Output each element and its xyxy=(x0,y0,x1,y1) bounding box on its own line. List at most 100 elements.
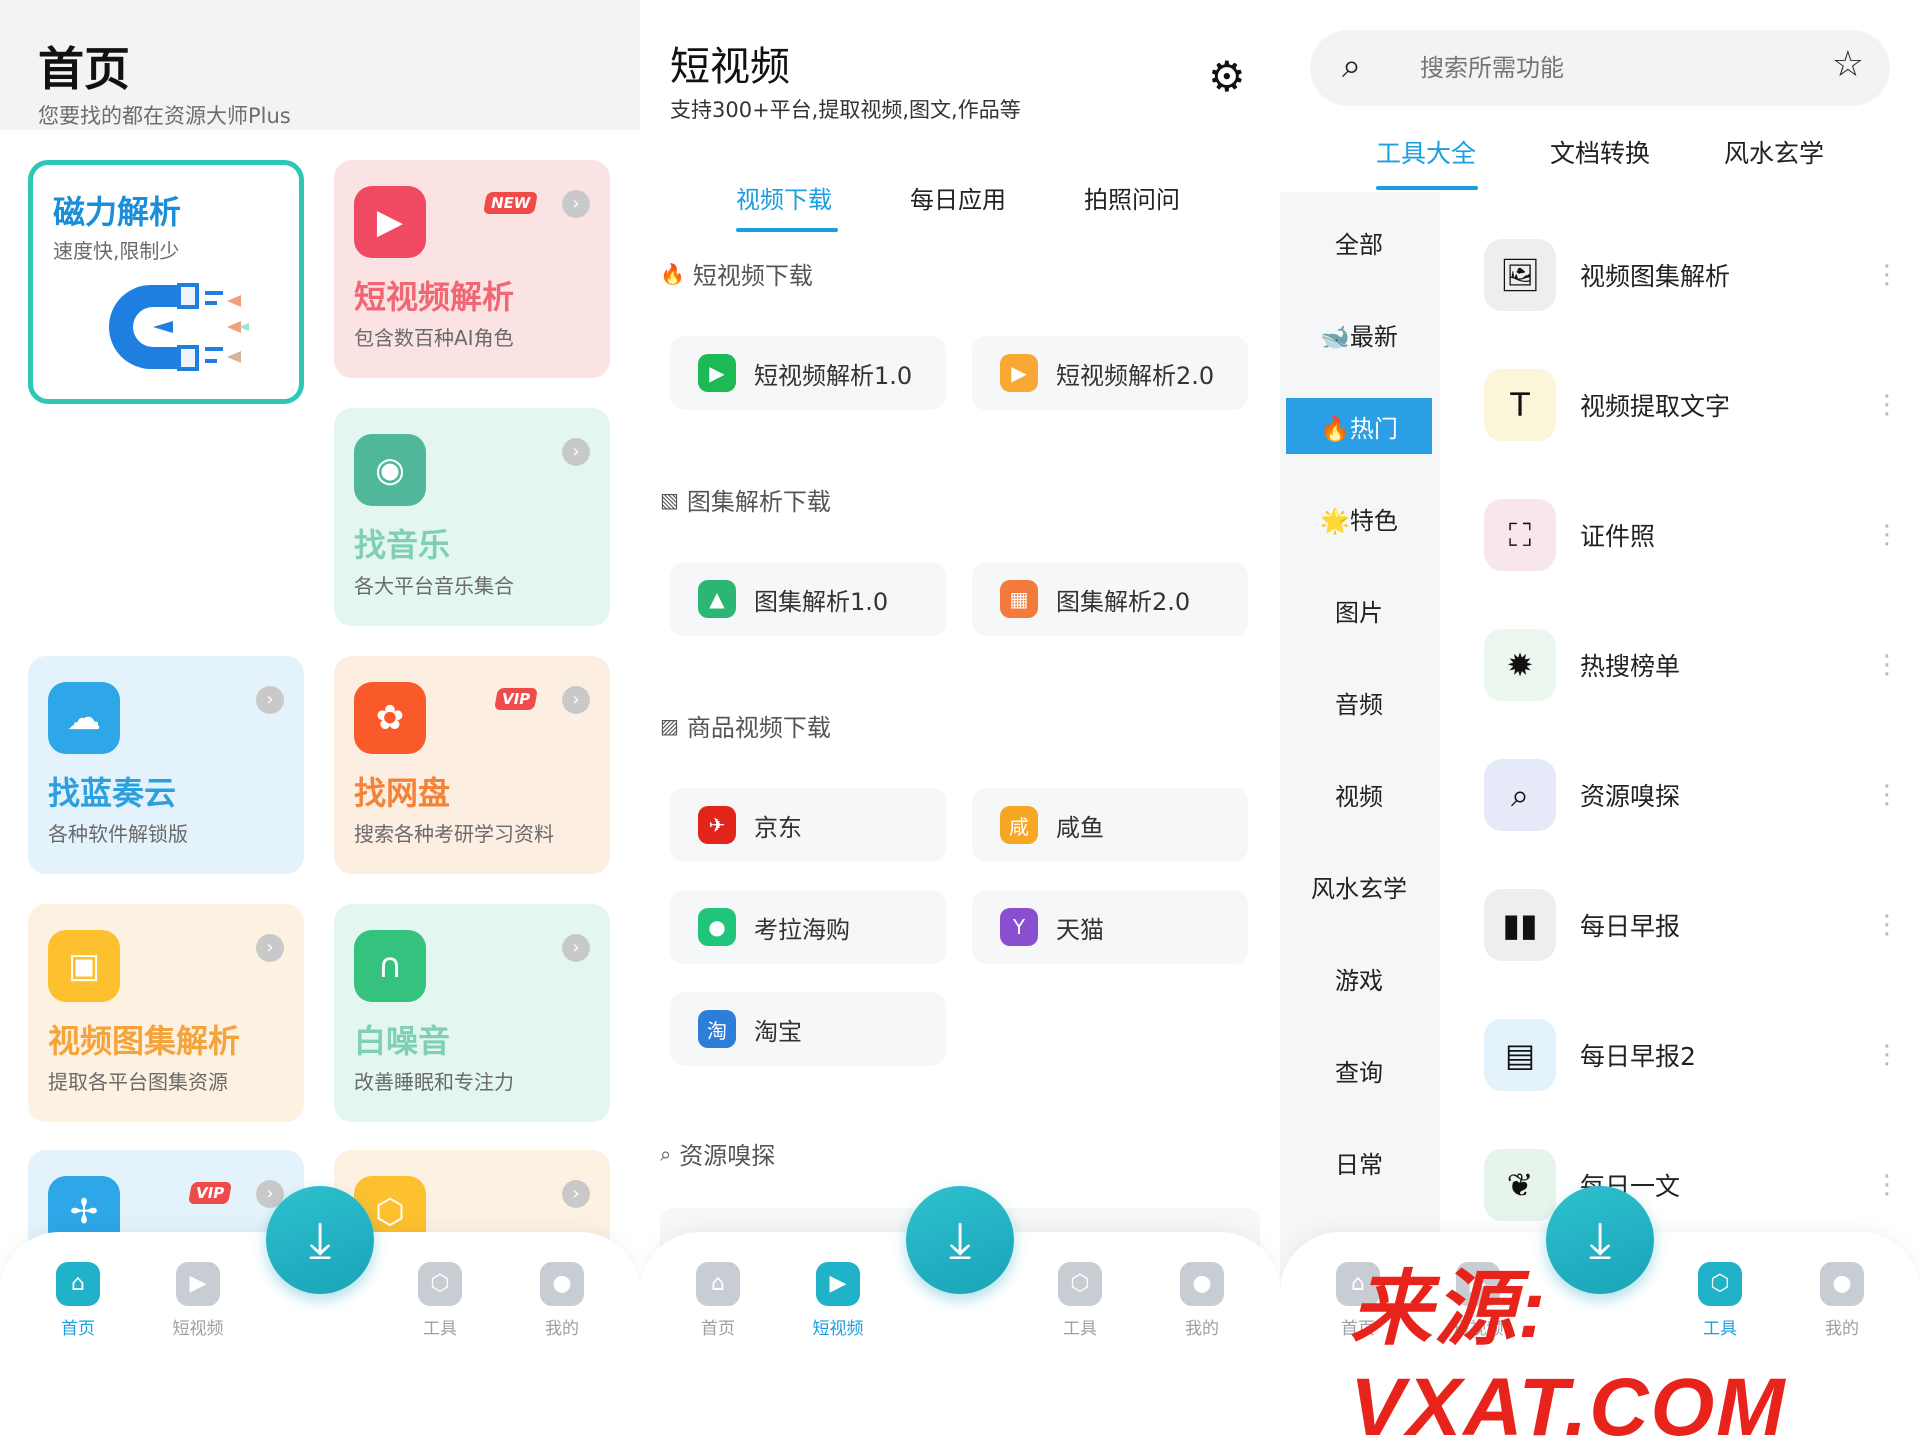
platform-item[interactable]: Y 天猫 xyxy=(972,890,1248,964)
category-item[interactable]: 全部 xyxy=(1286,214,1432,270)
category-item[interactable]: 风水玄学 xyxy=(1286,858,1432,914)
card-title: 磁力解析 xyxy=(53,193,182,231)
tab-doc-convert[interactable]: 文档转换 xyxy=(1550,134,1650,170)
more-vertical-icon[interactable]: ⋮ xyxy=(1874,1042,1900,1068)
nav-home[interactable]: ⌂ 首页 xyxy=(18,1262,138,1339)
tool-item[interactable]: ✹ 热搜榜单 ⋮ xyxy=(1484,628,1900,702)
category-sidebar: 全部 🐋最新 🔥热门 🌟特色图片音频视频风水玄学游戏查询日常 xyxy=(1280,192,1440,1358)
tool-item[interactable]: 🖼 视频图集解析 ⋮ xyxy=(1484,238,1900,312)
home-icon: ⌂ xyxy=(56,1262,100,1306)
section-header: ▧ 图集解析下载 xyxy=(660,482,831,517)
more-vertical-icon[interactable]: ⋮ xyxy=(1874,652,1900,678)
more-vertical-icon[interactable]: ⋮ xyxy=(1874,392,1900,418)
category-item[interactable]: 🔥热门 xyxy=(1286,398,1432,454)
platform-item[interactable]: 咸咸鱼 xyxy=(972,788,1248,862)
chevron-right-icon: › xyxy=(562,190,590,218)
category-item[interactable]: 查询 xyxy=(1286,1042,1432,1098)
tools-screen: ⌕ ☆ 工具大全 文档转换 风水玄学 全部🐋最新🔥热门🌟特色图片音频视频风水玄学… xyxy=(1280,0,1920,1358)
nav-short-video[interactable]: ▶ 短视频 xyxy=(138,1262,258,1339)
tool-item[interactable]: ❦ 每日一文 ⋮ xyxy=(1484,1148,1900,1222)
platform-label: 淘宝 xyxy=(754,1017,802,1046)
magnet-parse-card[interactable]: 磁力解析 速度快,限制少 xyxy=(28,160,304,404)
user-icon: ● xyxy=(1180,1262,1224,1306)
more-vertical-icon[interactable]: ⋮ xyxy=(1874,782,1900,808)
tab-video-download[interactable]: 视频下载 xyxy=(736,180,832,215)
category-item[interactable]: 视频 xyxy=(1286,766,1432,822)
tool-item[interactable]: ⌕ 资源嗅探 ⋮ xyxy=(1484,758,1900,832)
nav-mine[interactable]: ● 我的 xyxy=(502,1262,622,1339)
category-item[interactable]: 🐋最新 xyxy=(1286,306,1432,362)
category-item[interactable]: 音频 xyxy=(1286,674,1432,730)
tool-item[interactable]: ▤ 每日早报2 ⋮ xyxy=(1484,1018,1900,1092)
tool-label: 视频图集解析 xyxy=(1580,262,1731,291)
chevron-right-icon: › xyxy=(562,1180,590,1208)
nav-label: 工具 xyxy=(1063,1319,1097,1339)
platform-label: 短视频解析2.0 xyxy=(1056,361,1215,390)
page-subtitle: 支持300+平台,提取视频,图文,作品等 xyxy=(670,98,1021,122)
tab-photo-ask[interactable]: 拍照问问 xyxy=(1084,180,1180,215)
category-item[interactable]: 🌟特色 xyxy=(1286,490,1432,546)
nav-label: 短视频 xyxy=(172,1319,224,1339)
card-desc: 改善睡眠和专注力 xyxy=(354,1070,514,1094)
feature-card[interactable]: ▶ NEW › 短视频解析 包含数百种AI角色 xyxy=(334,160,610,378)
platform-label: 天猫 xyxy=(1056,915,1104,944)
chevron-right-icon: › xyxy=(562,934,590,962)
more-vertical-icon[interactable]: ⋮ xyxy=(1874,262,1900,288)
category-item[interactable]: 游戏 xyxy=(1286,950,1432,1006)
video-play-icon: ▶ xyxy=(354,186,426,258)
download-button[interactable]: ⤓ xyxy=(266,1186,374,1294)
more-vertical-icon[interactable]: ⋮ xyxy=(1874,1172,1900,1198)
feature-card[interactable]: ☁ › 找蓝奏云 各种软件解锁版 xyxy=(28,656,304,874)
feature-card[interactable]: ∩ › 白噪音 改善睡眠和专注力 xyxy=(334,904,610,1122)
nav-short-video[interactable]: ▶ 短视频 xyxy=(778,1262,898,1339)
tab-fengshui[interactable]: 风水玄学 xyxy=(1724,134,1824,170)
search-icon: ⌕ xyxy=(1342,46,1362,86)
section-title: 资源嗅探 xyxy=(679,1142,776,1170)
platform-label: 图集解析1.0 xyxy=(754,587,889,616)
feature-card[interactable]: ✿ VIP › 找网盘 搜索各种考研学习资料 xyxy=(334,656,610,874)
category-item[interactable]: 图片 xyxy=(1286,582,1432,638)
card-title: 视频图集解析 xyxy=(48,1022,241,1060)
nav-tools[interactable]: ⬡ 工具 xyxy=(380,1262,500,1339)
nav-mine[interactable]: ● 我的 xyxy=(1142,1262,1262,1339)
card-desc: 搜索各种考研学习资料 xyxy=(354,822,554,846)
platform-item[interactable]: ▶ 短视频解析2.0 xyxy=(972,336,1248,410)
leaf-icon: ❦ xyxy=(1484,1149,1556,1221)
feature-card[interactable]: ◉ › 找音乐 各大平台音乐集合 xyxy=(334,408,610,626)
card-title: 短视频解析 xyxy=(354,278,515,316)
tool-item[interactable]: T 视频提取文字 ⋮ xyxy=(1484,368,1900,442)
tab-daily-apps[interactable]: 每日应用 xyxy=(910,180,1006,215)
feature-card[interactable]: ▣ › 视频图集解析 提取各平台图集资源 xyxy=(28,904,304,1122)
nav-home[interactable]: ⌂ 首页 xyxy=(658,1262,778,1339)
magnet-icon xyxy=(109,283,249,371)
badge: VIP xyxy=(493,688,538,710)
nav-label: 首页 xyxy=(61,1319,95,1339)
platform-item[interactable]: ● 考拉海购 xyxy=(670,890,946,964)
platform-item[interactable]: ✈ 京东 xyxy=(670,788,946,862)
tool-item[interactable]: ▮▮ 每日早报 ⋮ xyxy=(1484,888,1900,962)
section-header: ▨ 商品视频下载 xyxy=(660,708,831,743)
platform-item[interactable]: 淘淘宝 xyxy=(670,992,946,1066)
card-desc: 各大平台音乐集合 xyxy=(354,574,514,598)
tab-tools-all[interactable]: 工具大全 xyxy=(1376,134,1476,170)
more-vertical-icon[interactable]: ⋮ xyxy=(1874,522,1900,548)
card-desc: 提取各平台图集资源 xyxy=(48,1070,228,1094)
section-title: 图集解析下载 xyxy=(686,488,831,516)
nav-tools[interactable]: ⬡ 工具 xyxy=(1020,1262,1140,1339)
jd-dog-icon: ✈ xyxy=(698,806,736,844)
tool-label: 视频提取文字 xyxy=(1580,392,1731,421)
tool-label: 资源嗅探 xyxy=(1580,782,1681,811)
platform-item[interactable]: ▶ 短视频解析1.0 xyxy=(670,336,946,410)
tool-item[interactable]: ⛶ 证件照 ⋮ xyxy=(1484,498,1900,572)
search-input[interactable] xyxy=(1420,50,1820,86)
platform-item[interactable]: ▦ 图集解析2.0 xyxy=(972,562,1248,636)
fire-icon: 🔥 xyxy=(660,261,685,286)
gear-icon[interactable]: ⚙ xyxy=(1208,52,1246,101)
images-icon: ▦ xyxy=(1000,580,1038,618)
more-vertical-icon[interactable]: ⋮ xyxy=(1874,912,1900,938)
platform-item[interactable]: ▲ 图集解析1.0 xyxy=(670,562,946,636)
cube-icon: ⬡ xyxy=(1058,1262,1102,1306)
category-item[interactable]: 日常 xyxy=(1286,1134,1432,1190)
star-icon[interactable]: ☆ xyxy=(1832,44,1864,85)
download-button[interactable]: ⤓ xyxy=(906,1186,1014,1294)
